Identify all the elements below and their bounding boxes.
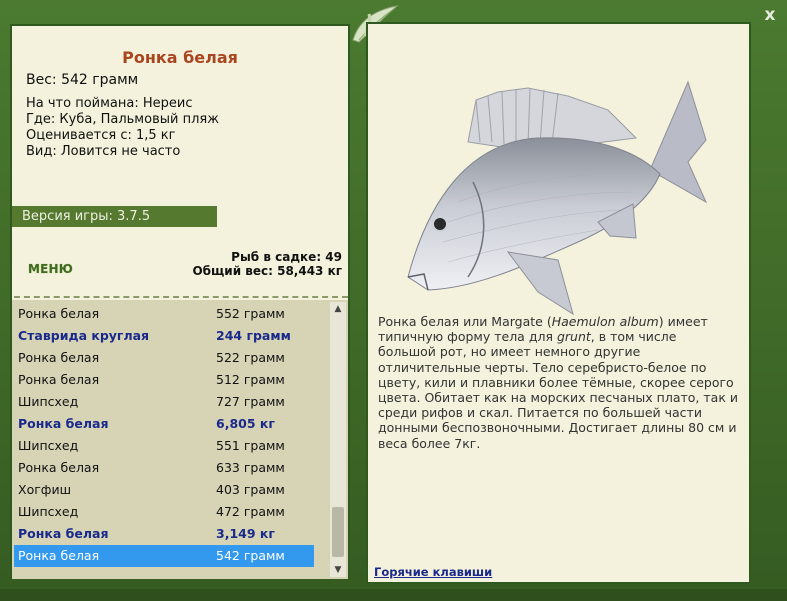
list-item-name: Ставрида круглая: [18, 328, 150, 343]
cage-stats: Рыб в садке: 49 Общий вес: 58,443 кг: [192, 250, 342, 278]
fish-description: Ронка белая или Margate (Haemulon album)…: [378, 314, 738, 451]
close-icon: x: [764, 5, 776, 25]
list-item-name: Шипсхед: [18, 394, 79, 409]
list-item-name: Ронка белая: [18, 548, 100, 563]
list-item-weight: 512 грамм: [216, 372, 285, 387]
list-item-weight: 472 грамм: [216, 504, 285, 519]
dashed-divider: [14, 296, 348, 298]
menu-button[interactable]: МЕНЮ: [28, 262, 73, 276]
description-part1: Ронка белая или Margate (: [378, 314, 552, 329]
list-item[interactable]: Ронка белая 633 грамм: [12, 457, 330, 479]
list-item[interactable]: Ронка белая 552 грамм: [12, 303, 330, 325]
list-item[interactable]: Шипсхед 472 грамм: [12, 501, 330, 523]
list-item-name: Ронка белая: [18, 416, 109, 431]
list-item-weight: 551 грамм: [216, 438, 285, 453]
scroll-thumb[interactable]: [332, 507, 344, 557]
list-item[interactable]: Ставрида круглая 244 грамм: [12, 325, 330, 347]
list-item[interactable]: Ронка белая 512 грамм: [12, 369, 330, 391]
list-item-name: Шипсхед: [18, 438, 79, 453]
close-button[interactable]: x: [761, 6, 779, 24]
list-item-name: Ронка белая: [18, 372, 100, 387]
list-item[interactable]: Хогфиш 403 грамм: [12, 479, 330, 501]
list-item-selected[interactable]: Ронка белая 542 грамм: [14, 545, 314, 567]
catch-list-area: Ронка белая 552 грамм Ставрида круглая 244 …: [12, 300, 348, 579]
list-item-weight: 633 грамм: [216, 460, 285, 475]
hotkeys-link[interactable]: Горячие клавиши: [374, 565, 492, 579]
total-weight: Общий вес: 58,443 кг: [192, 264, 342, 278]
scroll-up-icon[interactable]: ▲: [330, 302, 346, 316]
rarity-text: Вид: Ловится не часто: [26, 144, 181, 159]
list-item-weight: 3,149 кг: [216, 526, 275, 541]
game-window-frame: x Ронка белая Вес: 542 грамм На что пойм…: [0, 0, 787, 601]
list-item-weight: 244 грамм: [216, 328, 291, 343]
catch-list: Ронка белая 552 грамм Ставрида круглая 244 …: [12, 303, 330, 567]
game-version: Версия игры: 3.7.5: [12, 206, 217, 227]
latin-name: Haemulon album: [551, 314, 659, 329]
list-item[interactable]: Ронка белая 3,149 кг: [12, 523, 330, 545]
caught-on-text: На что поймана: Нереис: [26, 96, 193, 111]
list-item-weight: 522 грамм: [216, 350, 285, 365]
list-item[interactable]: Шипсхед 551 грамм: [12, 435, 330, 457]
grunt-term: grunt: [556, 329, 591, 345]
list-item[interactable]: Ронка белая 6,805 кг: [12, 413, 330, 435]
bottom-strip: [0, 589, 787, 601]
list-item-name: Шипсхед: [18, 504, 79, 519]
location-text: Где: Куба, Пальмовый пляж: [26, 112, 219, 127]
list-item[interactable]: Ронка белая 522 грамм: [12, 347, 330, 369]
fish-image: [407, 80, 708, 316]
fish-title: Ронка белая: [122, 48, 238, 67]
fish-in-cage-count: Рыб в садке: 49: [231, 250, 342, 264]
list-item-name: Ронка белая: [18, 306, 100, 321]
list-item-name: Ронка белая: [18, 350, 100, 365]
fish-description-panel: Ронка белая или Margate (Haemulon album)…: [366, 22, 751, 584]
description-part3: , в том числе большой рот, но имеет немн…: [378, 329, 738, 451]
list-item[interactable]: Шипсхед 727 грамм: [12, 391, 330, 413]
list-item-weight: 6,805 кг: [216, 416, 275, 431]
fish-info-panel: Ронка белая Вес: 542 грамм На что пойман…: [10, 24, 350, 579]
list-item-name: Ронка белая: [18, 460, 100, 475]
list-item-name: Ронка белая: [18, 526, 109, 541]
list-item-weight: 403 грамм: [216, 482, 285, 497]
list-item-weight: 542 грамм: [216, 548, 285, 563]
fish-weight: Вес: 542 грамм: [26, 72, 139, 88]
rated-from-text: Оценивается с: 1,5 кг: [26, 128, 176, 143]
catch-list-scrollbar[interactable]: ▲ ▼: [330, 302, 346, 577]
scroll-down-icon[interactable]: ▼: [330, 563, 346, 577]
list-item-weight: 727 грамм: [216, 394, 285, 409]
list-item-weight: 552 грамм: [216, 306, 285, 321]
list-item-name: Хогфиш: [18, 482, 72, 497]
